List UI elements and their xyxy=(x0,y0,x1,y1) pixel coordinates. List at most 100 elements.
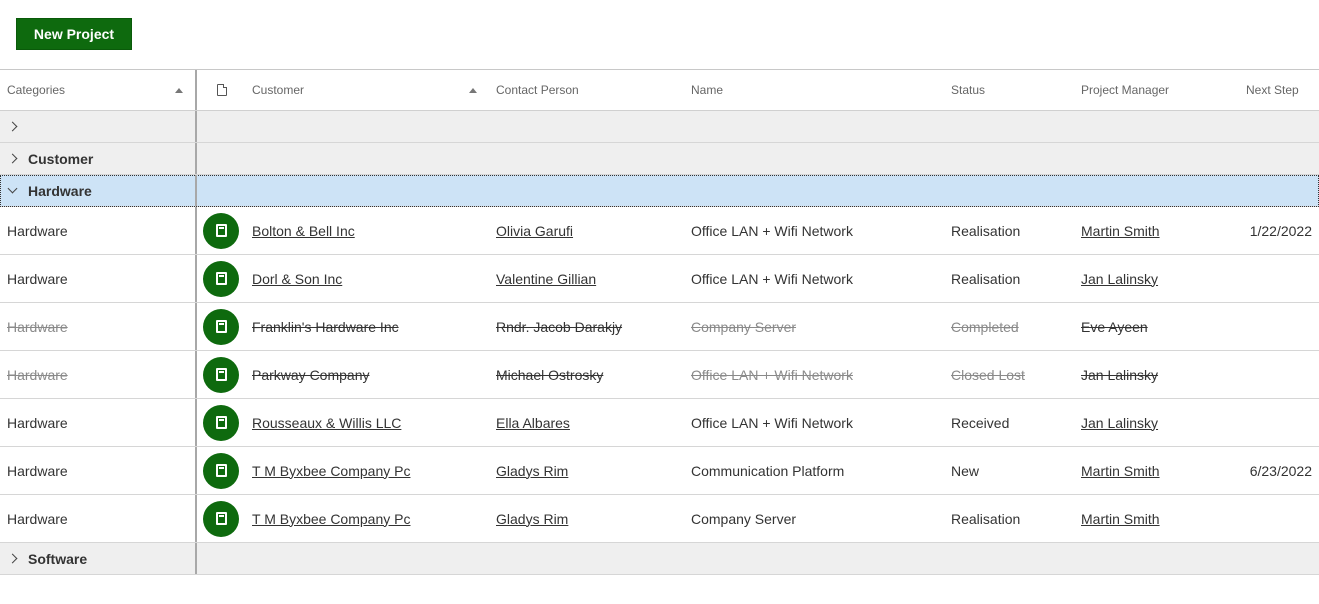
manager-link[interactable]: Martin Smith xyxy=(1081,463,1160,479)
group-row-customer[interactable]: Customer xyxy=(0,143,1319,175)
contact-link[interactable]: Gladys Rim xyxy=(496,463,568,479)
book-icon xyxy=(215,224,227,237)
contact-link[interactable]: Ella Albares xyxy=(496,415,570,431)
cell-project-manager[interactable]: Martin Smith xyxy=(1081,207,1246,254)
group-row-empty[interactable] xyxy=(0,111,1319,143)
column-header-name[interactable]: Name xyxy=(691,70,951,110)
cell-type[interactable] xyxy=(197,399,252,446)
project-icon[interactable] xyxy=(203,500,239,537)
book-icon xyxy=(215,320,227,333)
column-header-categories[interactable]: Categories xyxy=(0,70,197,110)
cell-type[interactable] xyxy=(197,255,252,302)
table-row[interactable]: Hardware Dorl & Son Inc Valentine Gillia… xyxy=(0,255,1319,303)
customer-link[interactable]: Rousseaux & Willis LLC xyxy=(252,415,401,431)
table-row[interactable]: Hardware Bolton & Bell Inc Olivia Garufi… xyxy=(0,207,1319,255)
cell-project-manager[interactable]: Martin Smith xyxy=(1081,447,1246,494)
cell-type[interactable] xyxy=(197,303,252,350)
grid-header: Categories Customer Contact Person Name … xyxy=(0,70,1319,111)
cell-next-step xyxy=(1246,303,1319,350)
cell-text: Realisation xyxy=(951,222,1021,239)
cell-customer[interactable]: Rousseaux & Willis LLC xyxy=(252,399,496,446)
project-icon[interactable] xyxy=(203,260,239,297)
cell-customer[interactable]: Parkway Company xyxy=(252,351,496,398)
contact-link[interactable]: Michael Ostrosky xyxy=(496,367,603,383)
table-row[interactable]: Hardware T M Byxbee Company Pc Gladys Ri… xyxy=(0,495,1319,543)
customer-link[interactable]: Parkway Company xyxy=(252,367,370,383)
manager-link[interactable]: Eve Ayeen xyxy=(1081,319,1148,335)
contact-link[interactable]: Rndr. Jacob Darakjy xyxy=(496,319,622,335)
cell-text: Closed Lost xyxy=(951,366,1025,383)
cell-contact-person[interactable]: Valentine Gillian xyxy=(496,255,691,302)
column-header-customer[interactable]: Customer xyxy=(252,70,496,110)
cell-project-manager[interactable]: Jan Lalinsky xyxy=(1081,255,1246,302)
cell-next-step xyxy=(1246,495,1319,542)
cell-customer[interactable]: Franklin's Hardware Inc xyxy=(252,303,496,350)
column-header-status[interactable]: Status xyxy=(951,70,1081,110)
table-row[interactable]: Hardware Parkway Company Michael Ostrosk… xyxy=(0,351,1319,399)
cell-project-manager[interactable]: Eve Ayeen xyxy=(1081,303,1246,350)
customer-link[interactable]: T M Byxbee Company Pc xyxy=(252,511,410,527)
cell-name: Company Server xyxy=(691,495,951,542)
cell-customer[interactable]: Dorl & Son Inc xyxy=(252,255,496,302)
project-icon[interactable] xyxy=(203,308,239,345)
chevron-right-icon[interactable] xyxy=(7,153,18,164)
contact-link[interactable]: Olivia Garufi xyxy=(496,223,573,239)
chevron-right-icon[interactable] xyxy=(7,121,18,132)
cell-customer[interactable]: T M Byxbee Company Pc xyxy=(252,447,496,494)
chevron-right-icon[interactable] xyxy=(7,553,18,564)
cell-text: 1/22/2022 xyxy=(1249,222,1312,239)
table-row[interactable]: Hardware Rousseaux & Willis LLC Ella Alb… xyxy=(0,399,1319,447)
project-icon[interactable] xyxy=(203,452,239,489)
project-icon[interactable] xyxy=(203,356,239,393)
column-header-next-step[interactable]: Next Step xyxy=(1246,70,1319,110)
contact-link[interactable]: Gladys Rim xyxy=(496,511,568,527)
cell-contact-person[interactable]: Olivia Garufi xyxy=(496,207,691,254)
cell-category: Hardware xyxy=(0,303,197,350)
customer-link[interactable]: Franklin's Hardware Inc xyxy=(252,319,399,335)
manager-link[interactable]: Jan Lalinsky xyxy=(1081,367,1158,383)
chevron-down-icon[interactable] xyxy=(7,183,18,194)
column-header-type[interactable] xyxy=(197,70,252,110)
cell-type[interactable] xyxy=(197,447,252,494)
cell-category: Hardware xyxy=(0,255,197,302)
cell-contact-person[interactable]: Rndr. Jacob Darakjy xyxy=(496,303,691,350)
cell-category: Hardware xyxy=(0,447,197,494)
sort-ascending-icon xyxy=(469,88,477,93)
cell-type[interactable] xyxy=(197,351,252,398)
column-header-contact-person[interactable]: Contact Person xyxy=(496,70,691,110)
cell-contact-person[interactable]: Michael Ostrosky xyxy=(496,351,691,398)
new-project-button[interactable]: New Project xyxy=(16,18,132,50)
cell-contact-person[interactable]: Ella Albares xyxy=(496,399,691,446)
cell-project-manager[interactable]: Jan Lalinsky xyxy=(1081,351,1246,398)
cell-customer[interactable]: T M Byxbee Company Pc xyxy=(252,495,496,542)
customer-link[interactable]: Bolton & Bell Inc xyxy=(252,223,355,239)
cell-category: Hardware xyxy=(0,351,197,398)
cell-project-manager[interactable]: Jan Lalinsky xyxy=(1081,399,1246,446)
document-icon xyxy=(217,84,227,96)
table-row[interactable]: Hardware T M Byxbee Company Pc Gladys Ri… xyxy=(0,447,1319,495)
customer-link[interactable]: Dorl & Son Inc xyxy=(252,271,342,287)
cell-text: 6/23/2022 xyxy=(1249,462,1312,479)
contact-link[interactable]: Valentine Gillian xyxy=(496,271,596,287)
cell-text: Hardware xyxy=(7,222,68,239)
manager-link[interactable]: Jan Lalinsky xyxy=(1081,415,1158,431)
manager-link[interactable]: Martin Smith xyxy=(1081,223,1160,239)
cell-contact-person[interactable]: Gladys Rim xyxy=(496,495,691,542)
group-row-hardware[interactable]: Hardware xyxy=(0,175,1319,207)
cell-type[interactable] xyxy=(197,207,252,254)
cell-project-manager[interactable]: Martin Smith xyxy=(1081,495,1246,542)
cell-contact-person[interactable]: Gladys Rim xyxy=(496,447,691,494)
group-row-software[interactable]: Software xyxy=(0,543,1319,575)
cell-category: Hardware xyxy=(0,399,197,446)
manager-link[interactable]: Martin Smith xyxy=(1081,511,1160,527)
table-row[interactable]: Hardware Franklin's Hardware Inc Rndr. J… xyxy=(0,303,1319,351)
book-icon xyxy=(215,416,227,429)
cell-type[interactable] xyxy=(197,495,252,542)
project-icon[interactable] xyxy=(203,212,239,249)
project-icon[interactable] xyxy=(203,404,239,441)
manager-link[interactable]: Jan Lalinsky xyxy=(1081,271,1158,287)
cell-customer[interactable]: Bolton & Bell Inc xyxy=(252,207,496,254)
projects-grid: Categories Customer Contact Person Name … xyxy=(0,69,1319,575)
column-header-project-manager[interactable]: Project Manager xyxy=(1081,70,1246,110)
customer-link[interactable]: T M Byxbee Company Pc xyxy=(252,463,410,479)
